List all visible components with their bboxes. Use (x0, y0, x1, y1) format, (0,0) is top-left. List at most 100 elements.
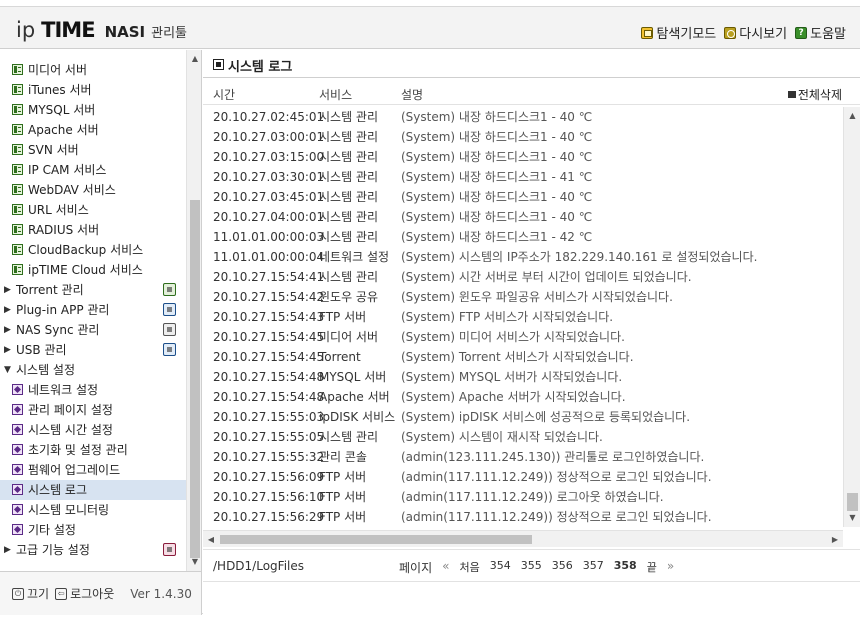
log-service-cell: 시스템 관리 (319, 210, 379, 224)
sidebar-item[interactable]: iTunes 서버 (0, 80, 186, 100)
scroll-up-arrow-icon[interactable]: ▲ (187, 52, 201, 66)
log-description-cell: (System) 미디어 서비스가 시작되었습니다. (401, 330, 625, 344)
sidebar-item[interactable]: ▶ Plug-in APP 관리 (0, 300, 186, 320)
sidebar-item[interactable]: 미디어 서버 (0, 60, 186, 80)
log-description-cell: (System) ipDISK 서비스에 성공적으로 등록되었습니다. (401, 410, 691, 424)
service-icon (12, 164, 23, 175)
sidebar-item[interactable]: CloudBackup 서비스 (0, 240, 186, 260)
sidebar-item[interactable]: Apache 서버 (0, 120, 186, 140)
sidebar-scrollbar[interactable]: ▲ ▼ (186, 50, 201, 571)
sidebar-item[interactable]: ipTIME Cloud 서비스 (0, 260, 186, 280)
sidebar-item-label: 시스템 설정 (16, 363, 76, 377)
sidebar-item[interactable]: SVN 서버 (0, 140, 186, 160)
sidebar-item[interactable]: RADIUS 서버 (0, 220, 186, 240)
log-service-cell: 시스템 관리 (319, 230, 379, 244)
page-358-current[interactable]: 358 (614, 559, 637, 576)
collapsed-triangle-icon[interactable]: ▶ (4, 280, 11, 300)
log-service-cell: FTP 서버 (319, 470, 367, 484)
usb-icon (163, 343, 176, 356)
table-row: 20.10.27.15:56:10 FTP 서버 (admin(117.111.12… (203, 487, 843, 507)
sidebar-item-label: Plug-in APP 관리 (16, 303, 110, 317)
scroll-right-arrow-icon[interactable]: ▶ (828, 531, 842, 548)
logout-button[interactable]: ⇦ 로그아웃 (55, 585, 114, 602)
scroll-down-arrow-icon[interactable]: ▼ (187, 555, 201, 569)
log-horizontal-scrollbar[interactable]: ◀ ▶ (203, 530, 843, 547)
sidebar-item[interactable]: ▶ Torrent 관리 (0, 280, 186, 300)
log-description-cell: (System) 시스템의 IP주소가 182.229.140.161 로 설정… (401, 250, 758, 264)
help-label: 도움말 (810, 27, 846, 42)
help-link[interactable]: ? 도움말 (795, 23, 846, 42)
log-service-cell: 시스템 관리 (319, 150, 379, 164)
delete-all-button[interactable]: 전체삭제 (788, 86, 842, 103)
sidebar-item[interactable]: 초기화 및 설정 관리 (0, 440, 186, 460)
refresh-icon (724, 26, 737, 39)
refresh-link[interactable]: 다시보기 (724, 23, 787, 42)
log-time-cell: 11.01.01.00:00:04 (213, 250, 325, 264)
version-text: Ver 1.4.30 (130, 586, 192, 601)
sidebar-item[interactable]: IP CAM 서비스 (0, 160, 186, 180)
sidebar-item[interactable]: WebDAV 서비스 (0, 180, 186, 200)
sidebar-item[interactable]: 네트워크 설정 (0, 380, 186, 400)
log-vertical-scrollbar[interactable]: ▲ ▼ (843, 107, 860, 527)
collapsed-triangle-icon[interactable]: ▶ (4, 540, 11, 560)
sidebar-item[interactable]: 기타 설정 (0, 520, 186, 540)
app-frame: ip TIME NASI 관리툴 탐색기모드 다시보기 ? 도움말 미디어 서버 i… (0, 6, 860, 615)
help-icon: ? (795, 26, 808, 39)
logout-label: 로그아웃 (70, 587, 115, 601)
sidebar-item[interactable]: ▶ 고급 기능 설정 (0, 540, 186, 560)
table-row: 20.10.27.15:54:45 Torrent (System) Torrent… (203, 347, 843, 367)
torrent-icon (163, 283, 176, 296)
log-scroll-thumb[interactable] (847, 493, 858, 511)
sidebar-menu: 미디어 서버 iTunes 서버 MYSQL 서버 Apache 서버 SVN 서버 IP… (0, 50, 186, 571)
service-icon (12, 204, 23, 215)
page-356[interactable]: 356 (552, 559, 573, 576)
sidebar-item[interactable]: URL 서비스 (0, 200, 186, 220)
prev-page-button[interactable]: « (442, 559, 449, 576)
page-357[interactable]: 357 (583, 559, 604, 576)
settings-icon (12, 504, 23, 515)
header-links: 탐색기모드 다시보기 ? 도움말 (641, 23, 846, 42)
settings-icon (12, 384, 23, 395)
log-description-cell: (System) 내장 하드디스크1 - 40 ℃ (401, 210, 593, 224)
sidebar-item[interactable]: 시스템 모니터링 (0, 500, 186, 520)
scroll-up-arrow-icon[interactable]: ▲ (844, 109, 860, 123)
log-description-cell: (admin(117.111.12.249)) 로그아웃 하였습니다. (401, 490, 664, 504)
log-service-cell: 시스템 관리 (319, 170, 379, 184)
explorer-mode-link[interactable]: 탐색기모드 (641, 23, 716, 42)
next-page-button[interactable]: » (667, 559, 674, 576)
log-time-cell: 20.10.27.15:54:43 (213, 310, 325, 324)
expanded-triangle-icon[interactable]: ▼ (4, 360, 11, 380)
first-page-button[interactable]: 처음 (459, 559, 479, 576)
page-354[interactable]: 354 (490, 559, 511, 576)
scroll-left-arrow-icon[interactable]: ◀ (204, 531, 218, 548)
sidebar-item[interactable]: ▼ 시스템 설정 (0, 360, 186, 380)
sidebar-item[interactable]: ▶ NAS Sync 관리 (0, 320, 186, 340)
advanced-icon (163, 543, 176, 556)
sidebar-scroll-thumb[interactable] (190, 200, 200, 558)
log-service-cell: 시스템 관리 (319, 110, 379, 124)
collapsed-triangle-icon[interactable]: ▶ (4, 300, 11, 320)
log-time-cell: 20.10.27.15:54:48 (213, 370, 325, 384)
page-355[interactable]: 355 (521, 559, 542, 576)
collapsed-triangle-icon[interactable]: ▶ (4, 320, 11, 340)
service-icon (12, 124, 23, 135)
log-service-cell: 시스템 관리 (319, 190, 379, 204)
log-hscroll-thumb[interactable] (220, 535, 532, 544)
sidebar-item[interactable]: 시스템 로그 (0, 480, 186, 500)
power-off-label: 끄기 (27, 587, 50, 601)
sidebar-item[interactable]: 관리 페이지 설정 (0, 400, 186, 420)
sidebar-item[interactable]: 펌웨어 업그레이드 (0, 460, 186, 480)
sidebar-item[interactable]: ▶ USB 관리 (0, 340, 186, 360)
sidebar-item[interactable]: 시스템 시간 설정 (0, 420, 186, 440)
log-description-cell: (admin(117.111.12.249)) 정상적으로 로그인 되었습니다. (401, 510, 712, 524)
table-row: 11.01.01.00:00:04 네트워크 설정 (System) 시스템의 IP… (203, 247, 843, 267)
log-service-cell: FTP 서버 (319, 310, 367, 324)
sidebar-item[interactable]: MYSQL 서버 (0, 100, 186, 120)
last-page-button[interactable]: 끝 (647, 559, 657, 576)
scroll-down-arrow-icon[interactable]: ▼ (844, 511, 860, 525)
collapsed-triangle-icon[interactable]: ▶ (4, 340, 11, 360)
service-icon (12, 264, 23, 275)
log-service-cell: 관리 콘솔 (319, 450, 367, 464)
log-service-cell: MYSQL 서버 (319, 370, 387, 384)
power-off-button[interactable]: ⏻ 끄기 (12, 585, 49, 602)
